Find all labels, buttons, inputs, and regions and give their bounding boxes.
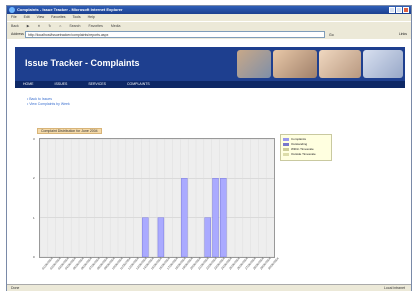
maximize-icon[interactable] <box>396 7 402 13</box>
y-tick-label: 3 <box>33 137 35 141</box>
nav-complaints[interactable]: COMPLAINTS <box>127 82 150 86</box>
y-tick-label: 0 <box>33 255 35 259</box>
legend-swatch <box>283 137 289 141</box>
status-zone: Local intranet <box>383 286 405 290</box>
banner-photo-2 <box>273 50 317 78</box>
y-tick-label: 1 <box>33 215 35 220</box>
chart-bar <box>212 178 219 258</box>
toolbar: Back ▶ ✕ ↻ ⌂ Search Favorites Media <box>7 21 411 30</box>
chart-bar <box>157 217 165 258</box>
chart-legend: Complaints Outstanding Within Timescale … <box>280 134 332 161</box>
sublink-week[interactable]: • View Complaints by Week <box>27 102 70 107</box>
window-title: Complaints - Issue Tracker - Microsoft I… <box>17 7 123 12</box>
legend-swatch <box>283 142 289 146</box>
page-content: Issue Tracker - Complaints HOME ISSUES S… <box>7 39 411 284</box>
legend-swatch <box>283 152 289 156</box>
legend-swatch <box>283 147 289 151</box>
chart-bar <box>181 178 188 258</box>
menu-help[interactable]: Help <box>88 15 95 19</box>
status-bar: Done Local intranet <box>7 284 411 291</box>
address-label: Address <box>11 32 24 36</box>
nav-bar: HOME ISSUES SERVICES COMPLAINTS <box>15 81 405 88</box>
address-input[interactable]: http://localhost/issuetracker/complaints… <box>25 31 325 38</box>
menu-bar: File Edit View Favorites Tools Help <box>7 14 411 21</box>
chart-bar <box>220 178 227 258</box>
chart-bar <box>142 217 149 258</box>
chart-bar <box>204 217 211 258</box>
status-text: Done <box>11 286 20 290</box>
menu-file[interactable]: File <box>11 15 17 19</box>
address-bar: Address http://localhost/issuetracker/co… <box>7 30 411 39</box>
page-banner: Issue Tracker - Complaints <box>15 47 405 81</box>
nav-issues[interactable]: ISSUES <box>54 82 67 86</box>
close-icon[interactable] <box>403 7 409 13</box>
page-title: Issue Tracker - Complaints <box>25 58 140 68</box>
ie-icon <box>9 7 15 13</box>
bar-chart <box>39 138 274 258</box>
chart-title: Complaint Distribution for June 2004 <box>37 128 102 134</box>
banner-photo-1 <box>237 50 271 78</box>
legend-item: Outside Timescale <box>283 152 329 157</box>
links-button[interactable]: Links <box>399 30 407 39</box>
menu-edit[interactable]: Edit <box>24 15 30 19</box>
nav-home[interactable]: HOME <box>23 82 34 86</box>
chart-area <box>39 138 275 258</box>
banner-photo-3 <box>319 50 361 78</box>
menu-tools[interactable]: Tools <box>72 15 80 19</box>
y-tick-label: 2 <box>33 176 35 181</box>
browser-window: Complaints - Issue Tracker - Microsoft I… <box>6 5 412 291</box>
sub-links: • Back to Issues • View Complaints by We… <box>27 97 70 107</box>
nav-services[interactable]: SERVICES <box>88 82 106 86</box>
menu-view[interactable]: View <box>37 15 45 19</box>
minimize-icon[interactable] <box>389 7 395 13</box>
banner-photo-4 <box>363 50 403 78</box>
title-bar: Complaints - Issue Tracker - Microsoft I… <box>7 6 411 14</box>
menu-favorites[interactable]: Favorites <box>51 15 65 19</box>
